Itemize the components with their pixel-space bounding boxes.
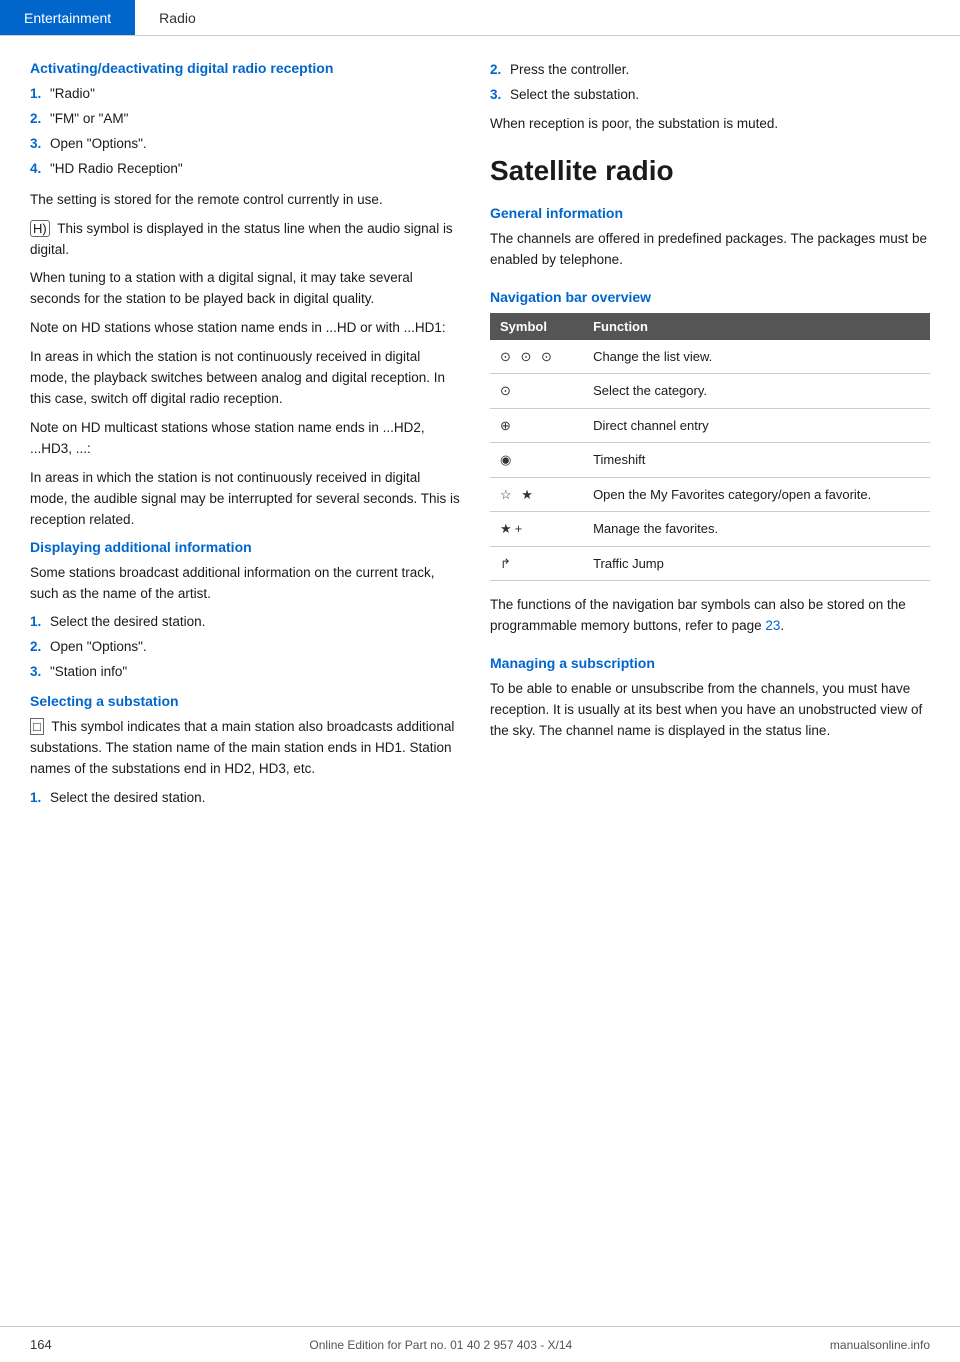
navtable-row-1: ⊙ ⊙ ⊙ Change the list view. [490,340,930,374]
disp-step-2: 2. Open "Options". [30,637,460,658]
navtable-col-symbol: Symbol [490,313,583,340]
sub-step-2: 2. Press the controller. [490,60,930,81]
section-displaying: Displaying additional information Some s… [30,539,460,684]
footer-copyright: Online Edition for Part no. 01 40 2 957 … [309,1338,572,1352]
navtable-row-2: ⊙ Select the category. [490,374,930,409]
function-manage-fav: Manage the favorites. [583,512,930,547]
nav-entertainment-label: Entertainment [24,10,111,26]
nav-entertainment[interactable]: Entertainment [0,0,135,35]
function-timeshift: Timeshift [583,443,930,478]
satellite-main-heading: Satellite radio [490,155,930,187]
navigation-table: Symbol Function ⊙ ⊙ ⊙ Change the list vi… [490,313,930,582]
symbol-manage-fav: ★+ [490,512,583,547]
function-favorites: Open the My Favorites category/open a fa… [583,477,930,512]
disp-step-1: 1. Select the desired station. [30,612,460,633]
navtable-header-row: Symbol Function [490,313,930,340]
substation-heading: Selecting a substation [30,693,460,709]
navtable-row-5: ☆ ★ Open the My Favorites category/open … [490,477,930,512]
activating-note5: In areas in which the station is not con… [30,347,460,410]
navtable-col-function: Function [583,313,930,340]
navtable-heading: Navigation bar overview [490,289,930,305]
activating-note2: H) This symbol is displayed in the statu… [30,219,460,261]
substation-steps-right: 2. Press the controller. 3. Select the s… [490,60,930,106]
step-1: 1. "Radio" [30,84,460,105]
step-2: 2. "FM" or "AM" [30,109,460,130]
symbol-direct-entry: ⊕ [490,408,583,443]
general-info-body: The channels are offered in predefined p… [490,229,930,271]
top-navigation-bar: Entertainment Radio [0,0,960,36]
right-column: 2. Press the controller. 3. Select the s… [490,60,930,819]
displaying-heading: Displaying additional information [30,539,460,555]
page-footer: 164 Online Edition for Part no. 01 40 2 … [0,1326,960,1362]
step-3: 3. Open "Options". [30,134,460,155]
function-category: Select the category. [583,374,930,409]
left-column: Activating/deactivating digital radio re… [30,60,460,819]
activating-note7: In areas in which the station is not con… [30,468,460,531]
sub-step-1: 1. Select the desired station. [30,788,460,809]
activating-note6: Note on HD multicast stations whose stat… [30,418,460,460]
sub-step-3: 3. Select the substation. [490,85,930,106]
navtable-row-4: ◉ Timeshift [490,443,930,478]
substation-steps-left: 1. Select the desired station. [30,788,460,809]
general-info-heading: General information [490,205,930,221]
managing-heading: Managing a subscription [490,655,930,671]
symbol-favorites: ☆ ★ [490,477,583,512]
navtable-row-6: ★+ Manage the favorites. [490,512,930,547]
section-activating: Activating/deactivating digital radio re… [30,60,460,531]
activating-note4: Note on HD stations whose station name e… [30,318,460,339]
navtable-row-7: ↱ Traffic Jump [490,546,930,581]
section-substation: Selecting a substation □ This symbol ind… [30,693,460,809]
page-number: 164 [30,1337,52,1352]
symbol-traffic-jump: ↱ [490,546,583,581]
activating-note3: When tuning to a station with a digital … [30,268,460,310]
hd-icon: H) [30,220,50,237]
nav-radio-label: Radio [159,10,196,26]
activating-note1: The setting is stored for the remote con… [30,190,460,211]
function-direct-entry: Direct channel entry [583,408,930,443]
displaying-body: Some stations broadcast additional infor… [30,563,460,605]
symbol-timeshift: ◉ [490,443,583,478]
step-4: 4. "HD Radio Reception" [30,159,460,180]
activating-steps: 1. "Radio" 2. "FM" or "AM" 3. Open "Opti… [30,84,460,180]
activating-heading: Activating/deactivating digital radio re… [30,60,460,76]
disp-step-3: 3. "Station info" [30,662,460,683]
function-list-view: Change the list view. [583,340,930,374]
nav-radio[interactable]: Radio [135,0,220,35]
navtable-row-3: ⊕ Direct channel entry [490,408,930,443]
displaying-steps: 1. Select the desired station. 2. Open "… [30,612,460,683]
function-traffic-jump: Traffic Jump [583,546,930,581]
symbol-list-view: ⊙ ⊙ ⊙ [490,340,583,374]
substation-icon: □ [30,718,44,735]
substation-note: □ This symbol indicates that a main stat… [30,717,460,780]
navtable-footer-text: The functions of the navigation bar symb… [490,595,930,637]
substation-muted-note: When reception is poor, the substation i… [490,114,930,135]
main-content: Activating/deactivating digital radio re… [0,36,960,879]
footer-watermark: manualsonline.info [830,1338,930,1352]
symbol-category: ⊙ [490,374,583,409]
page-23-link[interactable]: 23 [765,618,780,633]
managing-body: To be able to enable or unsubscribe from… [490,679,930,742]
